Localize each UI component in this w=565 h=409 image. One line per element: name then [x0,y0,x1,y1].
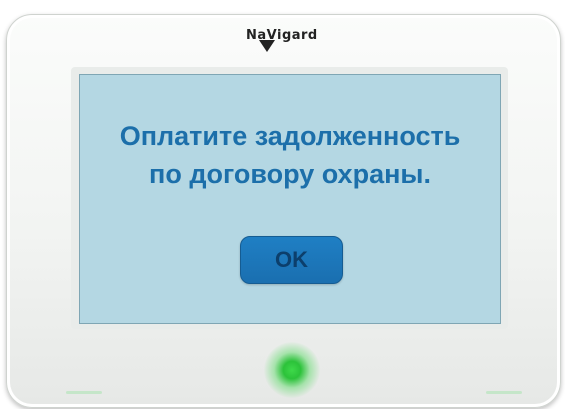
display-screen: Оплатите задолженность по договору охран… [79,74,501,324]
dialog-message: Оплатите задолженность по договору охран… [80,117,500,193]
right-indicator-slot [486,391,522,394]
status-led-icon [264,342,320,398]
dialog-message-line-2: по договору охраны. [149,159,431,189]
brand-logo-text: NaVigard [246,28,318,43]
dialog-message-line-1: Оплатите задолженность [119,121,461,151]
brand-logo: NaVigard [246,26,346,62]
triangle-down-logo-icon [259,40,275,52]
stage: NaVigard Оплатите задолженность по догов… [0,0,565,409]
ok-button[interactable]: OK [240,236,343,284]
left-indicator-slot [66,391,102,394]
